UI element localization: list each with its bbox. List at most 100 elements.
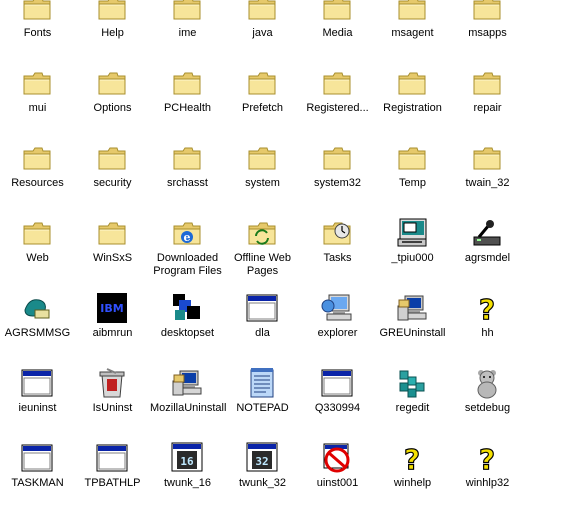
file-item[interactable]: java — [225, 0, 300, 64]
file-item[interactable]: twain_32 — [450, 139, 525, 214]
file-item[interactable]: ? winhelp — [375, 439, 450, 514]
file-item-label: Registered... — [306, 102, 369, 114]
file-item-label: TPBATHLP — [84, 477, 141, 489]
file-item[interactable]: _tpiu000 — [375, 214, 450, 289]
file-item[interactable]: Registered... — [300, 64, 375, 139]
file-item-label: msagent — [391, 27, 434, 39]
file-item[interactable]: system — [225, 139, 300, 214]
folder-icon — [171, 142, 203, 174]
file-item[interactable]: NOTEPAD — [225, 364, 300, 439]
file-item[interactable]: Options — [75, 64, 150, 139]
file-item[interactable]: TPBATHLP — [75, 439, 150, 514]
file-item[interactable]: MozillaUninstall — [150, 364, 227, 439]
file-item[interactable]: Resources — [0, 139, 75, 214]
file-item[interactable]: security — [75, 139, 150, 214]
registry-cubes-icon — [396, 367, 428, 399]
file-item[interactable]: msagent — [375, 0, 450, 64]
ie-folder-icon: e — [171, 217, 203, 249]
file-item[interactable]: Temp — [375, 139, 450, 214]
file-item-label: twain_32 — [465, 177, 510, 189]
folder-icon — [471, 67, 503, 99]
folder-icon — [321, 0, 353, 24]
window-app-icon — [96, 442, 128, 474]
file-item-label: system32 — [313, 177, 362, 189]
file-item[interactable]: repair — [450, 64, 525, 139]
file-item-label: Help — [101, 27, 124, 39]
file-item[interactable]: srchasst — [150, 139, 225, 214]
file-item-label: Resources — [11, 177, 64, 189]
explorer-computer-icon — [321, 292, 353, 324]
file-item[interactable]: mui — [0, 64, 75, 139]
file-item[interactable]: ? hh — [450, 289, 525, 364]
file-item-label: regedit — [395, 402, 430, 414]
file-item-label: ime — [178, 27, 197, 39]
file-item[interactable]: TASKMAN — [0, 439, 75, 514]
file-item[interactable]: AGRSMMSG — [0, 289, 75, 364]
file-item-label: security — [93, 177, 132, 189]
folder-icon — [96, 67, 128, 99]
file-item[interactable]: Registration — [375, 64, 450, 139]
folder-icon — [471, 142, 503, 174]
folder-icon — [96, 0, 128, 24]
file-item[interactable]: dla — [225, 289, 300, 364]
svg-text:?: ? — [479, 293, 495, 324]
file-item-label: PCHealth — [163, 102, 212, 114]
file-item[interactable]: ieuninst — [0, 364, 75, 439]
file-item[interactable]: agrsmdel — [450, 214, 525, 289]
tasks-folder-icon — [321, 217, 353, 249]
file-item[interactable]: IsUninst — [75, 364, 150, 439]
file-item[interactable]: uinst001 — [300, 439, 375, 514]
file-item[interactable]: GREUninstall — [375, 289, 450, 364]
folder-icon — [171, 67, 203, 99]
file-item[interactable]: Prefetch — [225, 64, 300, 139]
file-item[interactable]: Offline Web Pages — [225, 214, 300, 289]
uninstall-computer-icon — [396, 292, 428, 324]
file-item[interactable]: Media — [300, 0, 375, 64]
svg-text:16: 16 — [180, 455, 194, 468]
file-item-label: uinst001 — [316, 477, 359, 489]
file-icon-grid: Fonts Help ime java Media msagent msapps mui Opt… — [0, 0, 571, 489]
file-item[interactable]: Q330994 — [300, 364, 375, 439]
folder-icon — [246, 0, 278, 24]
window-app-icon — [321, 367, 353, 399]
file-item[interactable]: Fonts — [0, 0, 75, 64]
file-item-label: Prefetch — [242, 102, 283, 114]
file-item[interactable]: setdebug — [450, 364, 525, 439]
file-item[interactable]: WinSxS — [75, 214, 150, 289]
file-item[interactable]: 16 twunk_16 — [150, 439, 225, 514]
notepad-icon — [246, 367, 278, 399]
file-item[interactable]: Tasks — [300, 214, 375, 289]
file-item[interactable]: Help — [75, 0, 150, 64]
file-item-label: Downloaded Program Files — [153, 252, 222, 277]
file-item[interactable]: msapps — [450, 0, 525, 64]
file-item[interactable]: system32 — [300, 139, 375, 214]
file-item[interactable]: Web — [0, 214, 75, 289]
file-item-label: NOTEPAD — [236, 402, 289, 414]
window-app-icon — [246, 292, 278, 324]
file-item[interactable]: ime — [150, 0, 225, 64]
modem-message-icon — [21, 292, 53, 324]
file-item-label: MozillaUninstall — [150, 402, 227, 414]
file-item[interactable]: desktopset — [150, 289, 225, 364]
file-item-label: hh — [481, 327, 494, 339]
folder-icon — [246, 67, 278, 99]
file-item[interactable]: ? winhlp32 — [450, 439, 525, 514]
folder-icon — [396, 0, 428, 24]
file-item[interactable]: 32 twunk_32 — [225, 439, 300, 514]
file-item-label: desktopset — [160, 327, 215, 339]
file-item[interactable]: explorer — [300, 289, 375, 364]
file-item-label: Offline Web Pages — [233, 252, 292, 277]
file-item-label: agrsmdel — [464, 252, 511, 264]
file-item[interactable]: IBM aibmrun — [75, 289, 150, 364]
file-item-label: GREUninstall — [379, 327, 446, 339]
recycle-bin-icon — [96, 367, 128, 399]
file-item-label: ieuninst — [18, 402, 57, 414]
folder-icon — [21, 67, 53, 99]
file-item[interactable]: PCHealth — [150, 64, 225, 139]
file-item[interactable]: e Downloaded Program Files — [150, 214, 225, 289]
svg-text:32: 32 — [255, 455, 268, 468]
file-item[interactable]: regedit — [375, 364, 450, 439]
folder-icon — [96, 142, 128, 174]
file-item-label: Options — [93, 102, 132, 114]
file-item-label: Fonts — [23, 27, 52, 39]
